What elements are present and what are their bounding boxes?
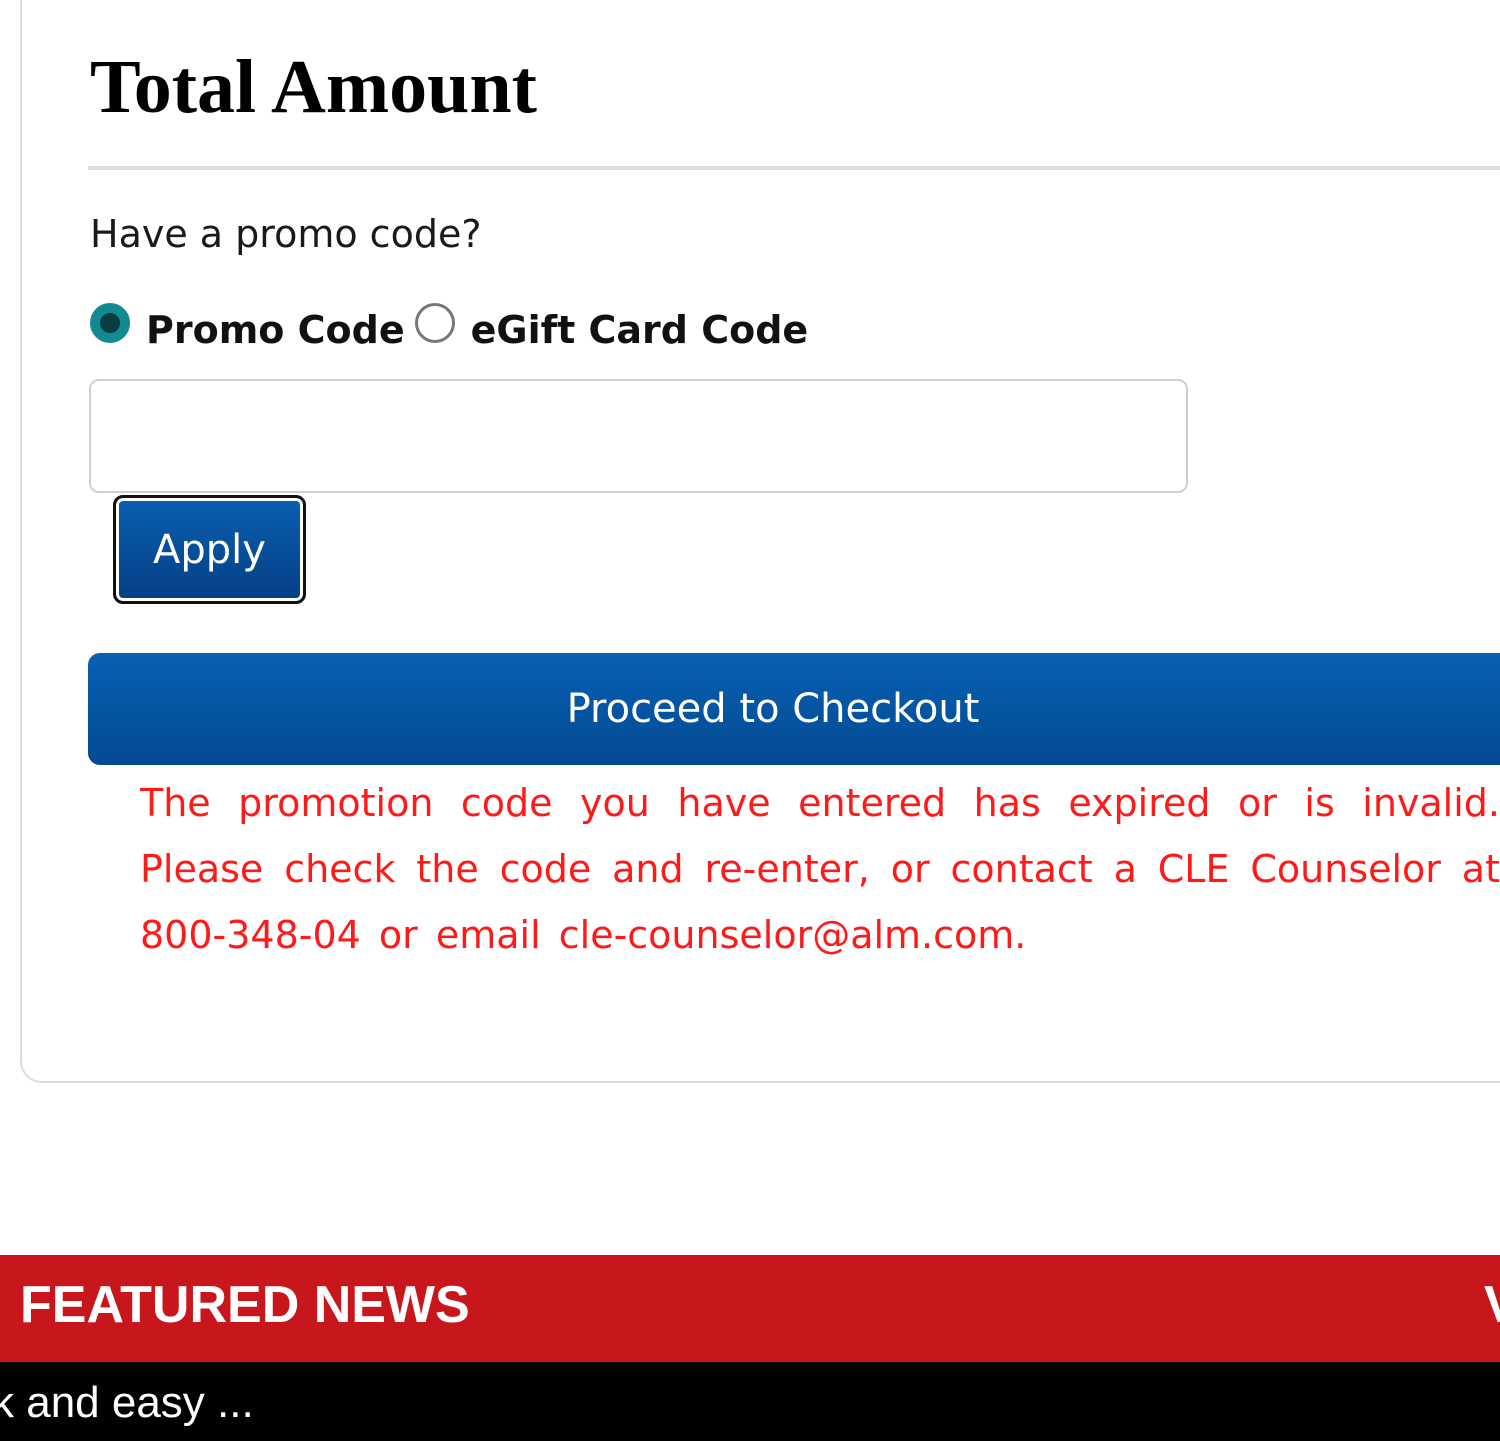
featured-news-bar: FEATURED NEWS V xyxy=(0,1255,1500,1362)
code-type-radio-group: Promo Code eGift Card Code xyxy=(90,300,818,360)
egift-card-code-radio[interactable] xyxy=(414,303,455,343)
promo-question-label: Have a promo code? xyxy=(90,212,482,256)
featured-news-view-link[interactable]: V xyxy=(1484,1275,1500,1335)
apply-button[interactable]: Apply xyxy=(113,495,306,604)
egift-card-code-radio-label[interactable]: eGift Card Code xyxy=(471,308,809,352)
promo-code-radio-label[interactable]: Promo Code xyxy=(146,308,405,352)
total-amount-title: Total Amount xyxy=(90,45,537,129)
news-ticker: k and easy ... xyxy=(0,1362,1500,1441)
promo-code-input[interactable] xyxy=(89,379,1188,493)
promo-error-message: The promotion code you have entered has … xyxy=(140,781,1500,957)
proceed-to-checkout-button[interactable]: Proceed to Checkout xyxy=(88,653,1500,765)
title-divider xyxy=(88,166,1500,170)
featured-news-title: FEATURED NEWS xyxy=(20,1276,470,1334)
promo-code-radio[interactable] xyxy=(90,303,130,343)
news-ticker-item[interactable]: k and easy ... xyxy=(0,1378,254,1428)
